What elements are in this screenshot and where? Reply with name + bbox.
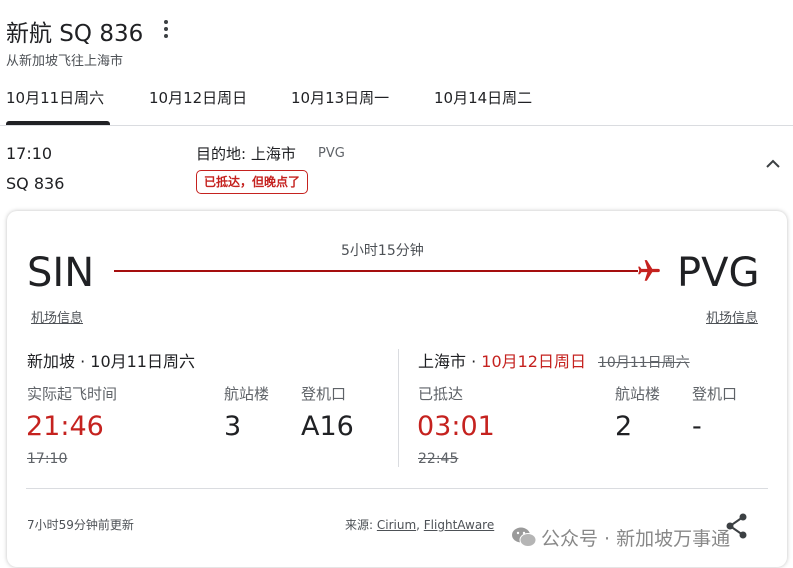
- footer-divider: [26, 488, 768, 489]
- destination-code: PVG: [318, 146, 345, 161]
- summary-departure-time: 17:10: [6, 144, 53, 163]
- departure-actual-time: 21:46: [26, 411, 104, 442]
- flight-title: 新航 SQ 836: [6, 21, 144, 47]
- more-vert-icon[interactable]: [158, 18, 174, 40]
- source-flightaware-link[interactable]: FlightAware: [424, 518, 494, 532]
- arrival-time-label: 已抵达: [418, 385, 464, 403]
- tab-oct-13[interactable]: 10月13日周一: [291, 87, 389, 108]
- arrival-gate-label: 登机口: [692, 385, 738, 403]
- flight-duration: 5小时15分钟: [341, 243, 424, 259]
- watermark-text: 公众号 · 新加坡万事通: [541, 528, 731, 550]
- arrival-scheduled-time: 22:45: [418, 451, 459, 467]
- departure-terminal-label: 航站楼: [224, 385, 270, 403]
- wechat-icon: [511, 526, 537, 548]
- tab-oct-12[interactable]: 10月12日周日: [149, 87, 247, 108]
- summary-flight-number: SQ 836: [6, 174, 65, 193]
- tabs-divider: [0, 125, 793, 126]
- origin-airport-info-link[interactable]: 机场信息: [31, 307, 83, 326]
- departure-scheduled-time: 17:10: [27, 451, 68, 467]
- last-updated: 7小时59分钟前更新: [27, 518, 134, 532]
- arrival-terminal: 2: [615, 411, 633, 442]
- source-separator: ,: [416, 518, 424, 532]
- departure-gate-label: 登机口: [301, 385, 347, 403]
- tab-oct-11[interactable]: 10月11日周六: [6, 87, 104, 108]
- tab-oct-14[interactable]: 10月14日周二: [434, 87, 532, 108]
- departure-terminal: 3: [224, 411, 242, 442]
- route-subtitle: 从新加坡飞往上海市: [6, 54, 124, 69]
- destination-airport-code: PVG: [677, 250, 760, 296]
- source-cirium-link[interactable]: Cirium: [377, 518, 416, 532]
- destination-airport-info-link[interactable]: 机场信息: [706, 307, 758, 326]
- destination-label: 目的地: 上海市: [196, 145, 296, 163]
- arrival-terminal-label: 航站楼: [615, 385, 661, 403]
- source-label: 来源:: [345, 518, 377, 532]
- arrival-city-date: 上海市 · 10月12日周日 10月11日周六: [418, 348, 690, 372]
- arrival-city: 上海市 ·: [418, 352, 482, 371]
- departure-city-date: 新加坡 · 10月11日周六: [27, 352, 195, 371]
- arrival-gate: -: [692, 411, 702, 442]
- arrival-date: 10月12日周日: [481, 352, 586, 371]
- flight-detail-card: [7, 211, 787, 567]
- chevron-up-icon[interactable]: [764, 156, 782, 170]
- route-line: [114, 270, 638, 272]
- airplane-icon: [636, 258, 662, 284]
- origin-airport-code: SIN: [27, 250, 95, 296]
- departure-time-label: 实际起飞时间: [27, 385, 118, 403]
- arrival-original-date: 10月11日周六: [598, 355, 690, 371]
- arrival-actual-time: 03:01: [417, 411, 495, 442]
- column-divider: [398, 349, 399, 467]
- departure-gate: A16: [301, 411, 354, 442]
- data-source: 来源: Cirium, FlightAware: [345, 516, 494, 533]
- status-badge: 已抵达，但晚点了: [196, 170, 309, 194]
